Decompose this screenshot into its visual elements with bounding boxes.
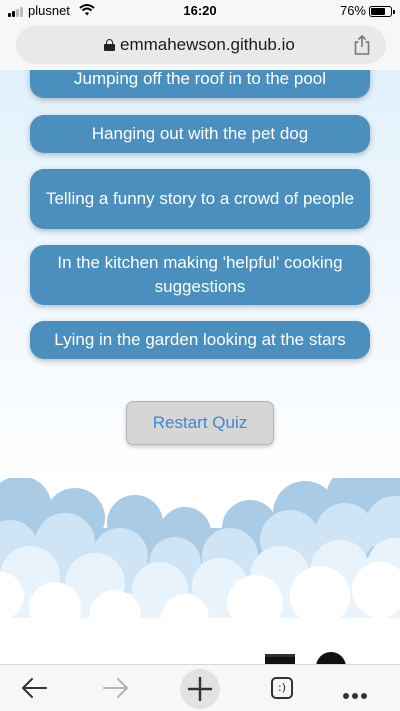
url-text[interactable]: emmahewson.github.io bbox=[120, 35, 295, 55]
clouds-illustration bbox=[0, 478, 400, 668]
restart-quiz-button[interactable]: Restart Quiz bbox=[126, 401, 274, 445]
battery-icon bbox=[369, 6, 395, 17]
answer-button-3[interactable]: Telling a funny story to a crowd of peop… bbox=[30, 169, 370, 229]
new-tab-button[interactable] bbox=[180, 669, 220, 709]
tabs-button[interactable]: :) bbox=[271, 677, 293, 699]
lock-icon bbox=[104, 39, 115, 51]
forward-arrow-icon bbox=[103, 678, 128, 698]
back-arrow-icon bbox=[22, 678, 47, 698]
answer-label: Telling a funny story to a crowd of peop… bbox=[45, 189, 355, 208]
answer-label: Lying in the garden looking at the stars bbox=[54, 330, 346, 349]
address-bar[interactable]: emmahewson.github.io bbox=[16, 26, 386, 64]
share-icon[interactable] bbox=[352, 34, 372, 56]
answer-label: Hanging out with the pet dog bbox=[91, 124, 309, 143]
answer-label: In the kitchen making 'helpful' cooking … bbox=[57, 253, 343, 296]
battery-percent: 76% bbox=[339, 3, 366, 18]
battery-level bbox=[371, 8, 386, 15]
plus-icon bbox=[187, 676, 213, 702]
forward-button[interactable] bbox=[96, 673, 136, 703]
answer-button-2[interactable]: Hanging out with the pet dog bbox=[30, 115, 370, 153]
restart-label: Restart Quiz bbox=[152, 413, 248, 432]
browser-address-area: emmahewson.github.io bbox=[0, 22, 400, 70]
back-button[interactable] bbox=[14, 673, 54, 703]
status-bar: plusnet 16:20 76% bbox=[0, 0, 400, 22]
answer-label: Jumping off the roof in to the pool bbox=[73, 69, 327, 88]
browser-toolbar: :) bbox=[0, 664, 400, 711]
answer-button-5[interactable]: Lying in the garden looking at the stars bbox=[30, 321, 370, 359]
more-menu-icon[interactable] bbox=[343, 686, 370, 704]
answer-button-4[interactable]: In the kitchen making 'helpful' cooking … bbox=[30, 245, 370, 305]
